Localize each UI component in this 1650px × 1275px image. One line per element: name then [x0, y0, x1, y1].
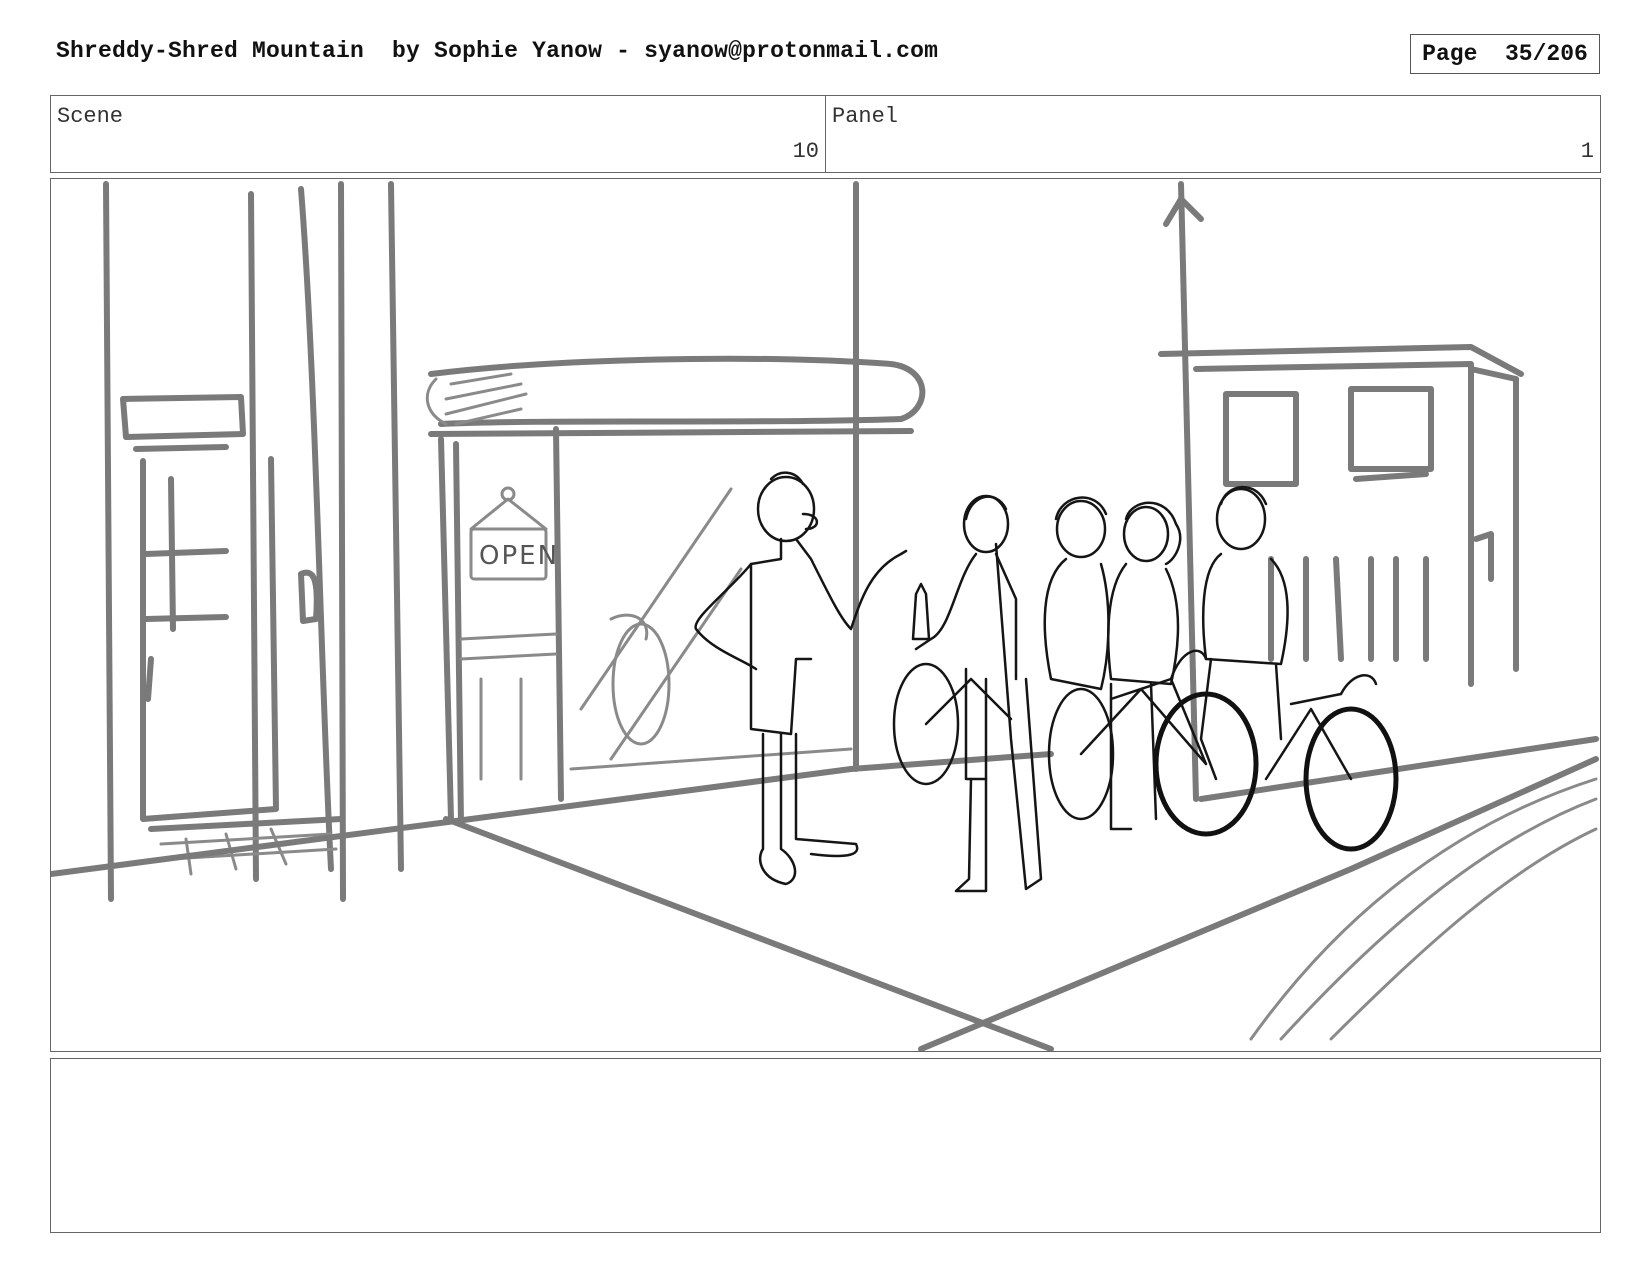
panel-label: Panel [832, 104, 899, 129]
storyboard-frame: OPEN [50, 178, 1601, 1052]
scene-number: 10 [792, 139, 819, 164]
woman-with-bottle-sketch [911, 494, 1043, 893]
bike-shop-sketch: OPEN [425, 181, 926, 827]
cyclists-group-sketch [1043, 485, 1289, 831]
scene-panel-info: Scene 10 Panel 1 [50, 95, 1601, 173]
left-building-sketch [103, 181, 404, 902]
street-ground-lines [51, 736, 1599, 1051]
open-sign: OPEN [479, 541, 559, 571]
storyboard-title: Shreddy-Shred Mountain by Sophie Yanow -… [56, 38, 939, 64]
page-counter: Page 35/206 [1410, 34, 1600, 74]
sketch-illustration: OPEN [51, 181, 1599, 1051]
right-building-sketch [1158, 181, 1524, 802]
panel-cell: Panel 1 [826, 96, 1600, 172]
scene-cell: Scene 10 [51, 96, 826, 172]
scene-label: Scene [57, 104, 124, 129]
panel-number: 1 [1580, 139, 1594, 164]
panel-notes-box [50, 1058, 1601, 1233]
man-pointing-sketch [694, 471, 908, 886]
